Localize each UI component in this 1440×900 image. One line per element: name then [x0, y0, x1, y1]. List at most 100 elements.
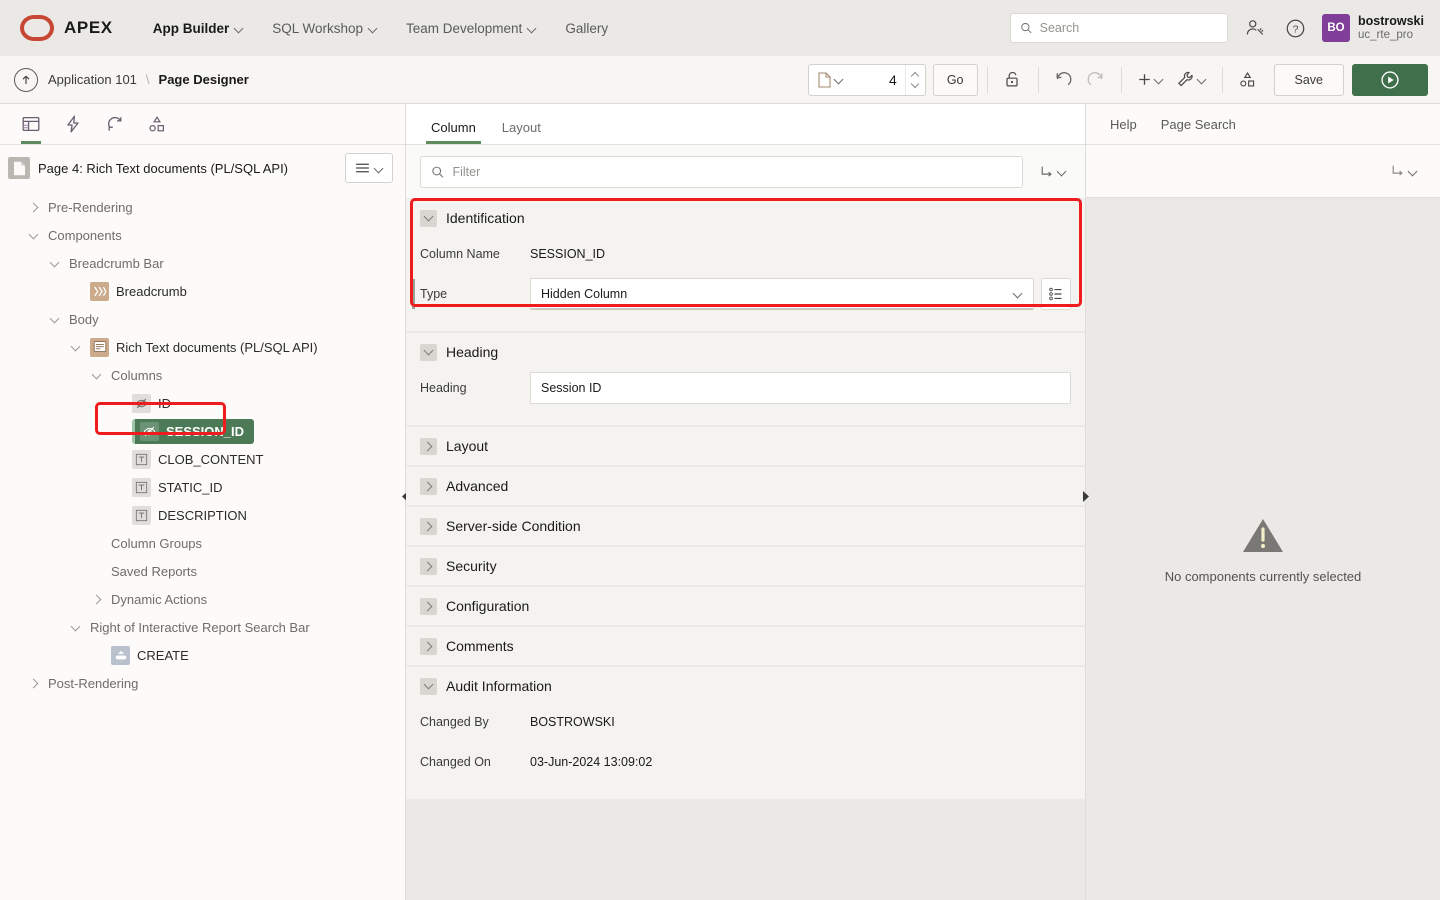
list-of-values-button[interactable]: [1041, 278, 1071, 310]
undo-icon[interactable]: [1048, 64, 1080, 96]
page-doc-icon[interactable]: [809, 72, 851, 88]
chevron-down-icon[interactable]: [69, 340, 83, 354]
chevron-down-icon[interactable]: [420, 678, 437, 695]
chevron-right-icon[interactable]: [420, 438, 437, 455]
tree-node-column-groups[interactable]: Column Groups: [0, 529, 405, 557]
chevron-down-icon[interactable]: [90, 368, 104, 382]
chevron-down-icon[interactable]: [420, 210, 437, 227]
rendering-icon[interactable]: [14, 104, 48, 144]
property-label-changed-on: Changed On: [420, 755, 530, 769]
tree-node-pre-rendering[interactable]: Pre-Rendering: [0, 193, 405, 221]
tab-layout[interactable]: Layout: [491, 112, 552, 144]
chevron-down-icon: [911, 82, 919, 87]
shapes-icon[interactable]: [1232, 64, 1264, 96]
section-header-audit-information[interactable]: Audit Information: [406, 667, 1085, 705]
page-number-input[interactable]: [851, 72, 905, 88]
tree-node-saved-reports[interactable]: Saved Reports: [0, 557, 405, 585]
tree-node-rich-text-documents-pl-sql-api[interactable]: Rich Text documents (PL/SQL API): [0, 333, 405, 361]
hidden-column-icon: [140, 422, 159, 441]
apex-logo[interactable]: APEX: [20, 15, 113, 41]
search-input[interactable]: [1040, 21, 1218, 35]
utilities-menu-button[interactable]: [1170, 64, 1213, 96]
tree-node-body[interactable]: Body: [0, 305, 405, 333]
redo-icon[interactable]: [1080, 64, 1112, 96]
processing-icon[interactable]: [98, 104, 132, 144]
tree-node-breadcrumb[interactable]: Breadcrumb: [0, 277, 405, 305]
section-header-security[interactable]: Security: [406, 547, 1085, 585]
chevron-down-icon[interactable]: [420, 344, 437, 361]
tree-node-create[interactable]: CREATE: [0, 641, 405, 669]
tree-node-dynamic-actions[interactable]: Dynamic Actions: [0, 585, 405, 613]
nav-app-builder[interactable]: App Builder: [139, 15, 259, 42]
chevron-right-icon[interactable]: [90, 592, 104, 606]
chevron-right-icon[interactable]: [420, 598, 437, 615]
property-select-value: Hidden Column: [541, 287, 627, 301]
chevron-right-icon[interactable]: [420, 558, 437, 575]
nav-app-builder-label: App Builder: [153, 21, 230, 36]
chevron-down-icon[interactable]: [48, 256, 62, 270]
save-button[interactable]: Save: [1274, 64, 1345, 96]
right-goto-group-button[interactable]: [1382, 155, 1426, 187]
section-title: Comments: [446, 638, 514, 654]
user-menu[interactable]: BO bostrowski uc_rte_pro: [1322, 14, 1424, 42]
tree-spacer: [69, 284, 83, 298]
tree-node-right-of-interactive-report-search-bar[interactable]: Right of Interactive Report Search Bar: [0, 613, 405, 641]
breadcrumb-application[interactable]: Application 101: [48, 72, 137, 87]
global-search[interactable]: [1010, 13, 1228, 43]
section-header-layout[interactable]: Layout: [406, 427, 1085, 465]
center-splitter-collapse-handle[interactable]: [1081, 489, 1090, 498]
unlock-icon[interactable]: [997, 64, 1029, 96]
goto-group-button[interactable]: [1031, 156, 1075, 188]
tree-node-id[interactable]: ID: [0, 389, 405, 417]
tree-node-columns[interactable]: Columns: [0, 361, 405, 389]
property-section-layout: Layout: [406, 427, 1085, 465]
property-filter[interactable]: [420, 156, 1023, 188]
help-circle-icon[interactable]: ?: [1282, 15, 1308, 41]
tree-node-label: ID: [158, 396, 171, 411]
property-section-advanced: Advanced: [406, 467, 1085, 505]
user-admin-icon[interactable]: [1242, 15, 1268, 41]
toolbar-divider: [1121, 67, 1122, 93]
section-header-server-side-condition[interactable]: Server-side Condition: [406, 507, 1085, 545]
section-header-comments[interactable]: Comments: [406, 627, 1085, 665]
run-button[interactable]: [1352, 64, 1428, 96]
section-header-identification[interactable]: Identification: [406, 199, 1085, 237]
tree-node-components[interactable]: Components: [0, 221, 405, 249]
arrow-up-circle-icon[interactable]: [14, 68, 38, 92]
tree-node-static-id[interactable]: STATIC_ID: [0, 473, 405, 501]
property-input-heading[interactable]: [530, 372, 1071, 404]
tree-node-description[interactable]: DESCRIPTION: [0, 501, 405, 529]
page-selector[interactable]: [808, 64, 926, 96]
chevron-right-icon[interactable]: [420, 518, 437, 535]
property-select-type[interactable]: Hidden Column: [530, 278, 1034, 310]
create-menu-button[interactable]: [1131, 64, 1170, 96]
tree-node-breadcrumb-bar[interactable]: Breadcrumb Bar: [0, 249, 405, 277]
tree-node-content: CREATE: [111, 646, 189, 665]
chevron-right-icon[interactable]: [420, 638, 437, 655]
page-number-stepper[interactable]: [905, 65, 925, 95]
tree-node-session-id[interactable]: SESSION_ID: [0, 417, 405, 445]
tab-help[interactable]: Help: [1100, 111, 1147, 138]
chevron-right-icon[interactable]: [27, 676, 41, 690]
section-header-heading[interactable]: Heading: [406, 333, 1085, 371]
chevron-down-icon[interactable]: [69, 620, 83, 634]
chevron-right-icon[interactable]: [27, 200, 41, 214]
nav-sql-workshop[interactable]: SQL Workshop: [258, 15, 392, 42]
nav-team-development[interactable]: Team Development: [392, 15, 551, 42]
filter-input[interactable]: [452, 165, 1012, 179]
tree-node-post-rendering[interactable]: Post-Rendering: [0, 669, 405, 697]
tab-page-search[interactable]: Page Search: [1151, 111, 1246, 138]
dynamic-actions-icon[interactable]: [56, 104, 90, 144]
user-name: bostrowski: [1358, 14, 1424, 28]
shared-components-icon[interactable]: [140, 104, 174, 144]
go-button[interactable]: Go: [933, 64, 978, 96]
chevron-down-icon[interactable]: [48, 312, 62, 326]
tree-node-clob-content[interactable]: CLOB_CONTENT: [0, 445, 405, 473]
tree-menu-button[interactable]: [345, 153, 393, 183]
tab-column[interactable]: Column: [420, 112, 487, 144]
nav-gallery[interactable]: Gallery: [551, 15, 622, 42]
section-header-configuration[interactable]: Configuration: [406, 587, 1085, 625]
chevron-right-icon[interactable]: [420, 478, 437, 495]
section-header-advanced[interactable]: Advanced: [406, 467, 1085, 505]
chevron-down-icon[interactable]: [27, 228, 41, 242]
